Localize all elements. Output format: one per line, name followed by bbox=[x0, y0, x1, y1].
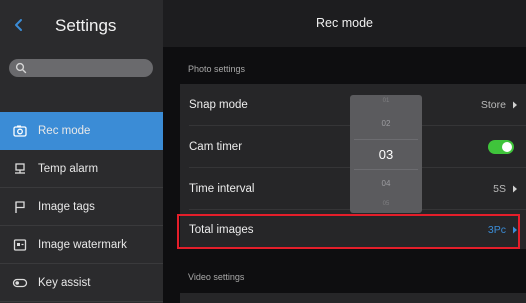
sidebar-item-rec-mode[interactable]: Rec mode bbox=[0, 112, 163, 150]
flag-icon bbox=[15, 200, 25, 213]
search-icon bbox=[15, 62, 27, 74]
watermark-icon bbox=[13, 238, 27, 251]
cam-timer-toggle[interactable] bbox=[488, 139, 514, 154]
settings-sidebar: Settings Rec mode Temp alarm Image tags … bbox=[0, 0, 163, 303]
picker-divider bbox=[354, 169, 418, 170]
toggle-knob bbox=[502, 141, 512, 152]
sidebar-item-label: Temp alarm bbox=[38, 162, 99, 175]
camera-icon bbox=[13, 125, 27, 137]
chevron-right-icon bbox=[513, 226, 517, 233]
row-label: Snap mode bbox=[189, 98, 248, 111]
picker-divider bbox=[354, 139, 418, 140]
chevron-right-icon bbox=[513, 101, 517, 108]
thermometer-alarm-icon bbox=[15, 162, 25, 174]
time-interval-value: 5S bbox=[493, 182, 506, 195]
row-label: Time interval bbox=[189, 182, 255, 195]
video-settings-group bbox=[180, 293, 526, 303]
video-settings-label: Video settings bbox=[188, 272, 245, 282]
total-images-row[interactable]: Total images 3Pc bbox=[180, 210, 526, 249]
chevron-right-icon bbox=[513, 185, 517, 192]
sidebar-item-label: Key assist bbox=[38, 276, 91, 289]
sidebar-title: Settings bbox=[55, 16, 117, 35]
total-images-value: 3Pc bbox=[487, 223, 506, 236]
page-title: Rec mode bbox=[163, 0, 526, 47]
sidebar-item-label: Image tags bbox=[38, 200, 95, 213]
settings-menu: Rec mode Temp alarm Image tags Image wat… bbox=[0, 112, 163, 302]
sidebar-item-label: Image watermark bbox=[38, 238, 127, 251]
sidebar-item-image-tags[interactable]: Image tags bbox=[0, 188, 163, 226]
sidebar-item-label: Rec mode bbox=[38, 124, 91, 137]
sidebar-item-temp-alarm[interactable]: Temp alarm bbox=[0, 150, 163, 188]
number-picker[interactable]: 01 02 03 04 05 bbox=[350, 95, 422, 213]
picker-value: 02 bbox=[381, 119, 391, 128]
search-field[interactable] bbox=[9, 59, 153, 77]
sidebar-item-image-watermark[interactable]: Image watermark bbox=[0, 226, 163, 264]
sidebar-header: Settings bbox=[0, 0, 163, 50]
picker-value: 01 bbox=[382, 98, 390, 104]
picker-value: 04 bbox=[381, 179, 391, 188]
snap-mode-value: Store bbox=[480, 98, 506, 111]
photo-settings-label: Photo settings bbox=[188, 64, 246, 74]
picker-value: 05 bbox=[382, 201, 390, 207]
row-label: Cam timer bbox=[189, 140, 243, 153]
picker-selected-value: 03 bbox=[378, 147, 394, 162]
back-chevron-icon[interactable] bbox=[12, 17, 26, 33]
toggle-key-icon bbox=[12, 278, 28, 287]
row-label: Total images bbox=[189, 223, 254, 236]
sidebar-item-key-assist[interactable]: Key assist bbox=[0, 264, 163, 302]
rec-mode-panel: Rec mode Photo settings Snap mode Store … bbox=[163, 0, 526, 303]
